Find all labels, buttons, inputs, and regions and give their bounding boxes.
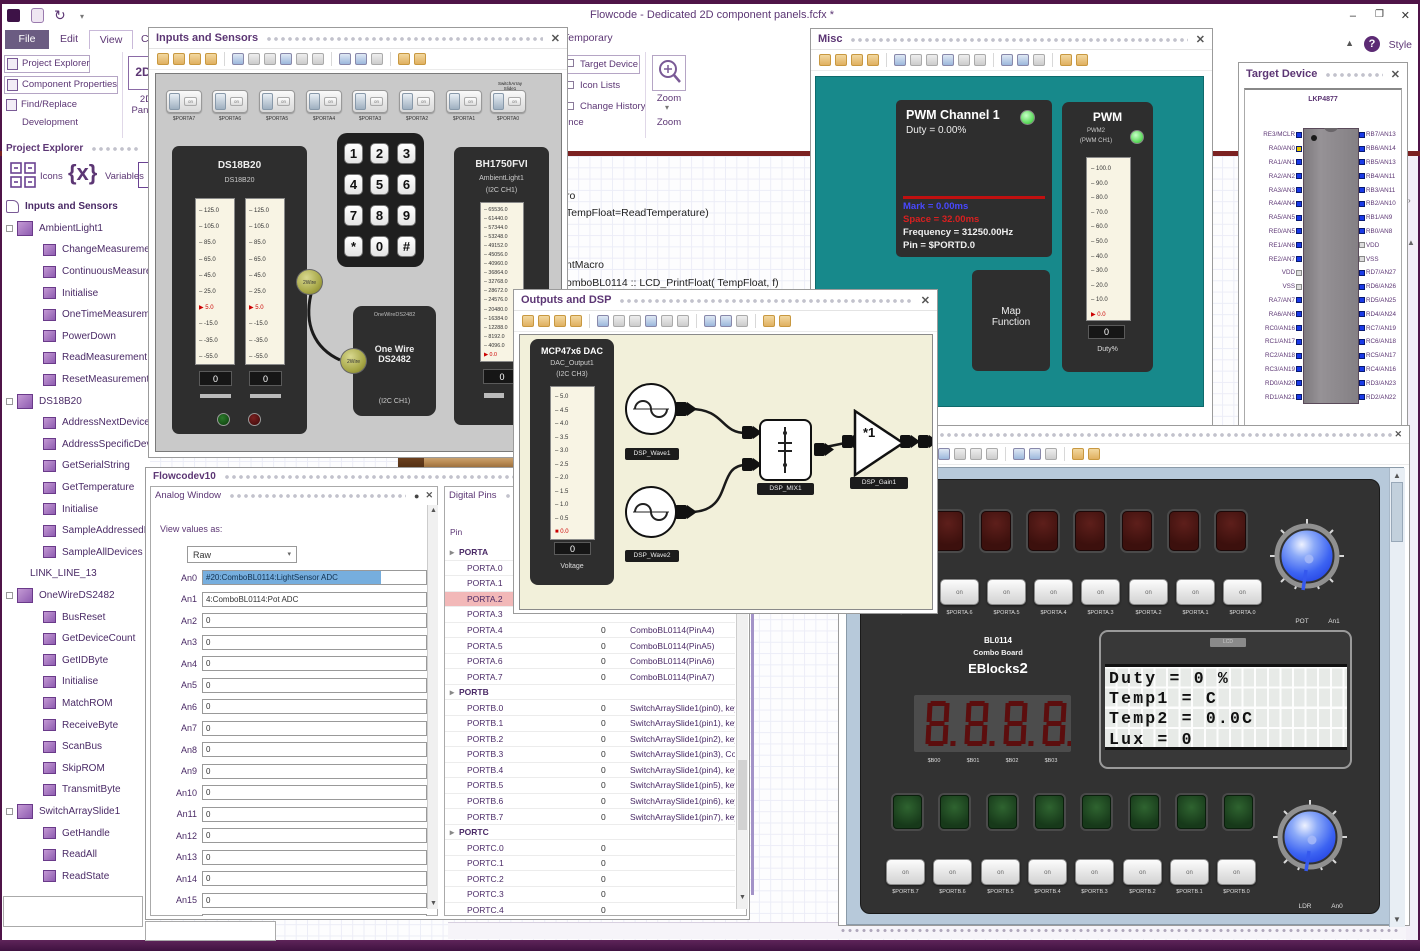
svg-text:*1: *1 (863, 425, 875, 440)
